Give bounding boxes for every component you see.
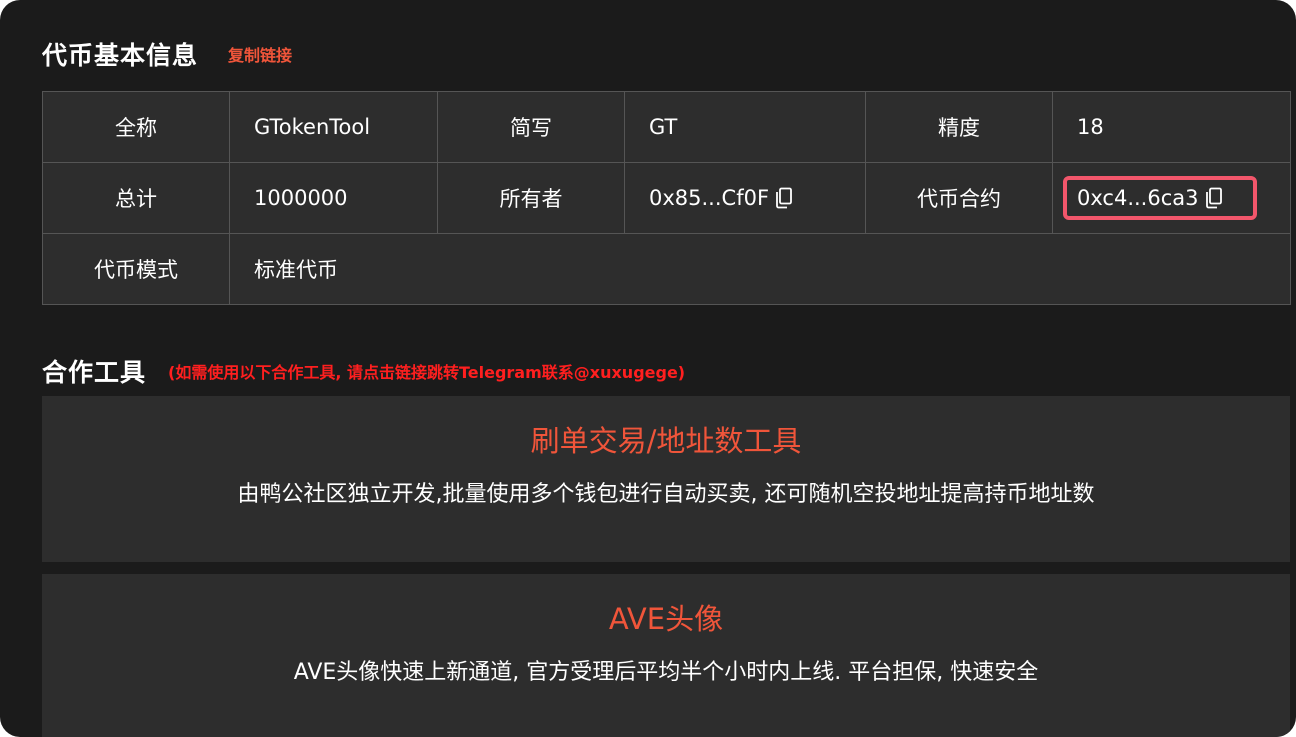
- tool-card-desc: 由鸭公社区独立开发,批量使用多个钱包进行自动买卖, 还可随机空投地址提高持币地址…: [237, 482, 1095, 507]
- contract-cell: 0xc4...6ca3: [1052, 162, 1291, 234]
- owner-address: 0x85...Cf0F: [649, 186, 770, 210]
- token-mode-value: 标准代币: [229, 233, 1291, 305]
- token-info-table: 全称 GTokenTool 简写 GT 精度 18 总计 1000000 所有者…: [42, 91, 1291, 305]
- tool-card-wash-trading[interactable]: 刷单交易/地址数工具 由鸭公社区独立开发,批量使用多个钱包进行自动买卖, 还可随…: [42, 396, 1290, 562]
- tool-card-title[interactable]: AVE头像: [42, 596, 1290, 638]
- token-mode-label: 代币模式: [42, 233, 230, 305]
- table-row: 总计 1000000 所有者 0x85...Cf0F 代币合约 0xc4...6…: [42, 162, 1291, 234]
- basic-info-header: 代币基本信息 复制链接: [42, 36, 292, 72]
- owner-cell: 0x85...Cf0F: [624, 162, 866, 234]
- cooperation-note: (如需使用以下合作工具, 请点击链接跳转Telegram联系@xuxugege): [168, 363, 686, 382]
- table-row: 代币模式 标准代币: [42, 233, 1291, 305]
- contract-highlight-box: 0xc4...6ca3: [1063, 176, 1257, 220]
- tool-card-desc: AVE头像快速上新通道, 官方受理后平均半个小时内上线. 平台担保, 快速安全: [293, 660, 1039, 685]
- token-info-panel: 代币基本信息 复制链接 全称 GTokenTool 简写 GT 精度 18 总计…: [0, 0, 1296, 737]
- decimals-label: 精度: [865, 91, 1053, 163]
- copy-icon[interactable]: [775, 187, 793, 209]
- tool-card-ave-avatar[interactable]: AVE头像 AVE头像快速上新通道, 官方受理后平均半个小时内上线. 平台担保,…: [42, 574, 1290, 737]
- basic-info-title: 代币基本信息: [42, 41, 199, 70]
- contract-label: 代币合约: [865, 162, 1053, 234]
- total-supply-value: 1000000: [229, 162, 438, 234]
- decimals-value: 18: [1052, 91, 1291, 163]
- table-row: 全称 GTokenTool 简写 GT 精度 18: [42, 91, 1291, 163]
- cooperation-header: 合作工具 (如需使用以下合作工具, 请点击链接跳转Telegram联系@xuxu…: [42, 353, 685, 389]
- full-name-value: GTokenTool: [229, 91, 438, 163]
- tool-card-title[interactable]: 刷单交易/地址数工具: [42, 418, 1290, 460]
- symbol-label: 简写: [437, 91, 625, 163]
- copy-link-button[interactable]: 复制链接: [228, 42, 292, 66]
- cooperation-title: 合作工具: [42, 358, 147, 387]
- full-name-label: 全称: [42, 91, 230, 163]
- symbol-value: GT: [624, 91, 866, 163]
- owner-label: 所有者: [437, 162, 625, 234]
- copy-icon[interactable]: [1205, 187, 1223, 209]
- total-supply-label: 总计: [42, 162, 230, 234]
- contract-address: 0xc4...6ca3: [1077, 186, 1199, 210]
